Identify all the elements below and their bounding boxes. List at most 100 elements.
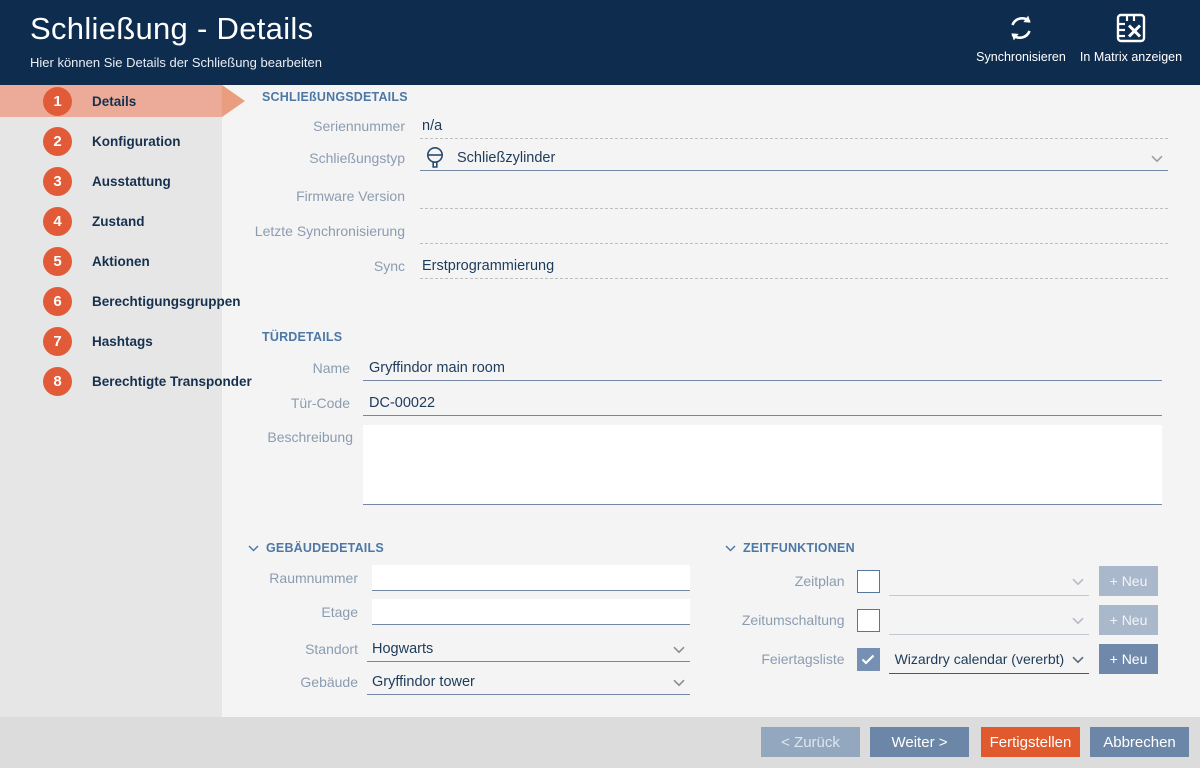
beschreibung-textarea[interactable] (363, 425, 1162, 505)
raumnummer-label: Raumnummer (252, 570, 358, 586)
chevron-down-icon (1072, 656, 1084, 663)
name-row: Name Gryffindor main room (252, 355, 1162, 381)
sidebar-item-konfiguration[interactable]: 2 Konfiguration (0, 125, 222, 157)
sidebar-item-label: Ausstattung (92, 174, 171, 189)
sync-row: Sync Erstprogrammierung (252, 253, 1168, 279)
standort-label: Standort (252, 641, 358, 657)
checkmark-icon (861, 654, 875, 665)
step-number-badge: 4 (43, 207, 72, 236)
header-bar: Schließung - Details Hier können Sie Det… (0, 0, 1200, 85)
chevron-down-icon (1072, 578, 1084, 585)
standort-row: Standort Hogwarts (252, 636, 690, 662)
feiertagsliste-select[interactable]: Wizardry calendar (vererbt) (889, 644, 1089, 674)
zeitplan-label: Zeitplan (700, 573, 845, 589)
sidebar-item-berechtigungsgruppen[interactable]: 6 Berechtigungsgruppen (0, 285, 222, 317)
schliessung-details-window: Schließung - Details Hier können Sie Det… (0, 0, 1200, 768)
feiertagsliste-neu-button[interactable]: + Neu (1099, 644, 1158, 674)
sidebar-item-label: Berechtigte Transponder (92, 374, 252, 389)
firmware-label: Firmware Version (252, 188, 405, 204)
chevron-down-icon (673, 646, 685, 653)
schliessungstyp-value: Schließzylinder (457, 150, 555, 166)
footer-bar: < Zurück Weiter > Fertigstellen Abbreche… (0, 717, 1200, 768)
sidebar-item-label: Aktionen (92, 254, 150, 269)
gebaeude-select[interactable]: Gryffindor tower (367, 669, 690, 695)
seriennummer-value: n/a (420, 113, 1168, 139)
weiter-button[interactable]: Weiter > (870, 727, 969, 757)
sidebar-item-details[interactable]: 1 Details (0, 85, 222, 117)
tuer-code-label: Tür-Code (252, 395, 350, 411)
feiertagsliste-checkbox[interactable] (857, 648, 880, 671)
page-title: Schließung - Details (30, 11, 313, 47)
sidebar-item-label: Hashtags (92, 334, 153, 349)
show-in-matrix-button[interactable]: In Matrix anzeigen (1076, 10, 1186, 76)
sidebar-item-label: Details (92, 94, 136, 109)
gebaeude-value: Gryffindor tower (372, 674, 475, 690)
name-label: Name (252, 360, 350, 376)
schliessungstyp-row: Schließungstyp Schließzylinder (252, 145, 1168, 171)
schliessungstyp-label: Schließungstyp (252, 150, 405, 166)
sidebar-item-aktionen[interactable]: 5 Aktionen (0, 245, 222, 277)
zeitplan-neu-button: + Neu (1099, 566, 1158, 596)
letzte-synchronisierung-row: Letzte Synchronisierung (252, 218, 1168, 244)
matrix-icon (1114, 10, 1148, 46)
zeitumschaltung-row: Zeitumschaltung + Neu (700, 605, 1158, 635)
beschreibung-label: Beschreibung (252, 429, 353, 445)
chevron-down-icon (248, 545, 259, 552)
zeitplan-row: Zeitplan + Neu (700, 566, 1158, 596)
sidebar-item-hashtags[interactable]: 7 Hashtags (0, 325, 222, 357)
tuer-code-row: Tür-Code DC-00022 (252, 390, 1162, 416)
page-subtitle: Hier können Sie Details der Schließung b… (30, 55, 322, 70)
feiertagsliste-row: Feiertagsliste Wizardry calendar (vererb… (700, 644, 1158, 674)
raumnummer-row: Raumnummer (252, 565, 690, 591)
seriennummer-row: Seriennummer n/a (252, 113, 1168, 139)
section-title-zeitfunktionen: ZEITFUNKTIONEN (743, 541, 855, 555)
zeitumschaltung-checkbox[interactable] (857, 609, 880, 632)
sidebar-item-berechtigte-transponder[interactable]: 8 Berechtigte Transponder (0, 365, 222, 397)
zeitplan-checkbox[interactable] (857, 570, 880, 593)
section-title-tuerdetails: TÜRDETAILS (262, 330, 342, 344)
sidebar-item-label: Berechtigungsgruppen (92, 294, 241, 309)
sidebar-item-label: Zustand (92, 214, 145, 229)
firmware-value (420, 183, 1168, 209)
chevron-down-icon (725, 545, 736, 552)
schliessungstyp-select[interactable]: Schließzylinder (420, 145, 1168, 171)
section-header-gebaeudedetails[interactable]: GEBÄUDEDETAILS (248, 541, 384, 555)
sidebar-item-label: Konfiguration (92, 134, 180, 149)
step-number-badge: 7 (43, 327, 72, 356)
letzte-synchronisierung-label: Letzte Synchronisierung (252, 223, 405, 239)
seriennummer-label: Seriennummer (252, 118, 405, 134)
etage-label: Etage (252, 604, 358, 620)
zeitumschaltung-select (889, 605, 1089, 635)
fertigstellen-button[interactable]: Fertigstellen (981, 727, 1080, 757)
name-input[interactable]: Gryffindor main room (363, 355, 1162, 381)
feiertagsliste-label: Feiertagsliste (700, 651, 845, 667)
sync-label: Sync (252, 258, 405, 274)
gebaeude-label: Gebäude (252, 674, 358, 690)
standort-value: Hogwarts (372, 641, 433, 657)
sync-value: Erstprogrammierung (420, 253, 1168, 279)
cylinder-icon (424, 146, 446, 170)
abbrechen-button[interactable]: Abbrechen (1090, 727, 1189, 757)
etage-input[interactable] (372, 599, 690, 625)
synchronize-button[interactable]: Synchronisieren (966, 10, 1076, 76)
tuer-code-input[interactable]: DC-00022 (363, 390, 1162, 416)
chevron-down-icon (1072, 617, 1084, 624)
etage-row: Etage (252, 599, 690, 625)
section-title-gebaeudedetails: GEBÄUDEDETAILS (266, 541, 384, 555)
section-title-schliessungsdetails: SCHLIEßUNGSDETAILS (262, 90, 408, 104)
sidebar-item-ausstattung[interactable]: 3 Ausstattung (0, 165, 222, 197)
step-number-badge: 2 (43, 127, 72, 156)
synchronize-label: Synchronisieren (976, 50, 1066, 64)
section-header-zeitfunktionen[interactable]: ZEITFUNKTIONEN (725, 541, 855, 555)
zeitplan-select (889, 566, 1089, 596)
step-number-badge: 3 (43, 167, 72, 196)
step-number-badge: 1 (43, 87, 72, 116)
letzte-synchronisierung-value (420, 218, 1168, 244)
show-in-matrix-label: In Matrix anzeigen (1080, 50, 1182, 64)
raumnummer-input[interactable] (372, 565, 690, 591)
standort-select[interactable]: Hogwarts (367, 636, 690, 662)
sidebar-item-zustand[interactable]: 4 Zustand (0, 205, 222, 237)
feiertagsliste-value: Wizardry calendar (vererbt) (895, 651, 1065, 667)
zeitumschaltung-label: Zeitumschaltung (700, 612, 845, 628)
chevron-down-icon (673, 679, 685, 686)
